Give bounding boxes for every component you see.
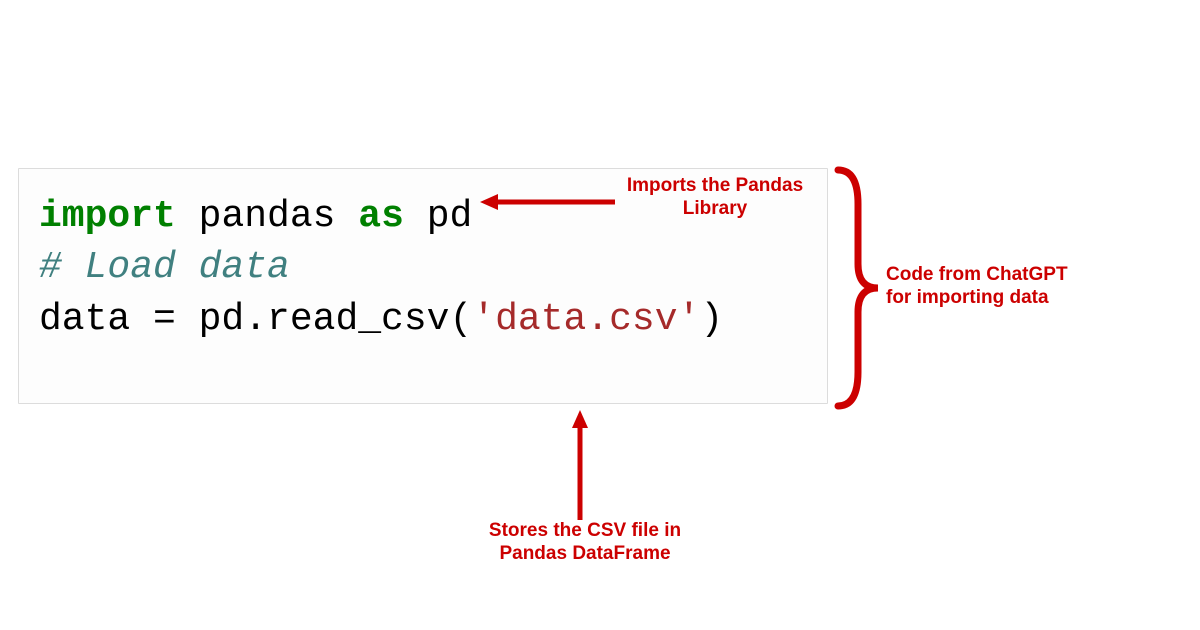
arrow-left-icon <box>480 192 615 212</box>
code-line-comment: # Load data <box>39 242 807 293</box>
read-csv-call: data = pd.read_csv( <box>39 298 472 341</box>
annotation-imports-pandas: Imports the Pandas Library <box>615 175 815 221</box>
string-literal: 'data.csv' <box>472 298 700 341</box>
kw-import: import <box>39 195 176 238</box>
curly-brace-icon <box>832 164 882 412</box>
code-line-read: data = pd.read_csv('data.csv') <box>39 294 807 345</box>
id-pd: pd <box>427 195 473 238</box>
id-pandas: pandas <box>199 195 336 238</box>
arrow-up-icon <box>570 410 590 520</box>
annotation-code-from-chatgpt: Code from ChatGPT for importing data <box>886 264 1076 310</box>
annotation-stores-csv: Stores the CSV file in Pandas DataFrame <box>480 520 690 566</box>
comment-load-data: # Load data <box>39 246 290 289</box>
kw-as: as <box>358 195 404 238</box>
